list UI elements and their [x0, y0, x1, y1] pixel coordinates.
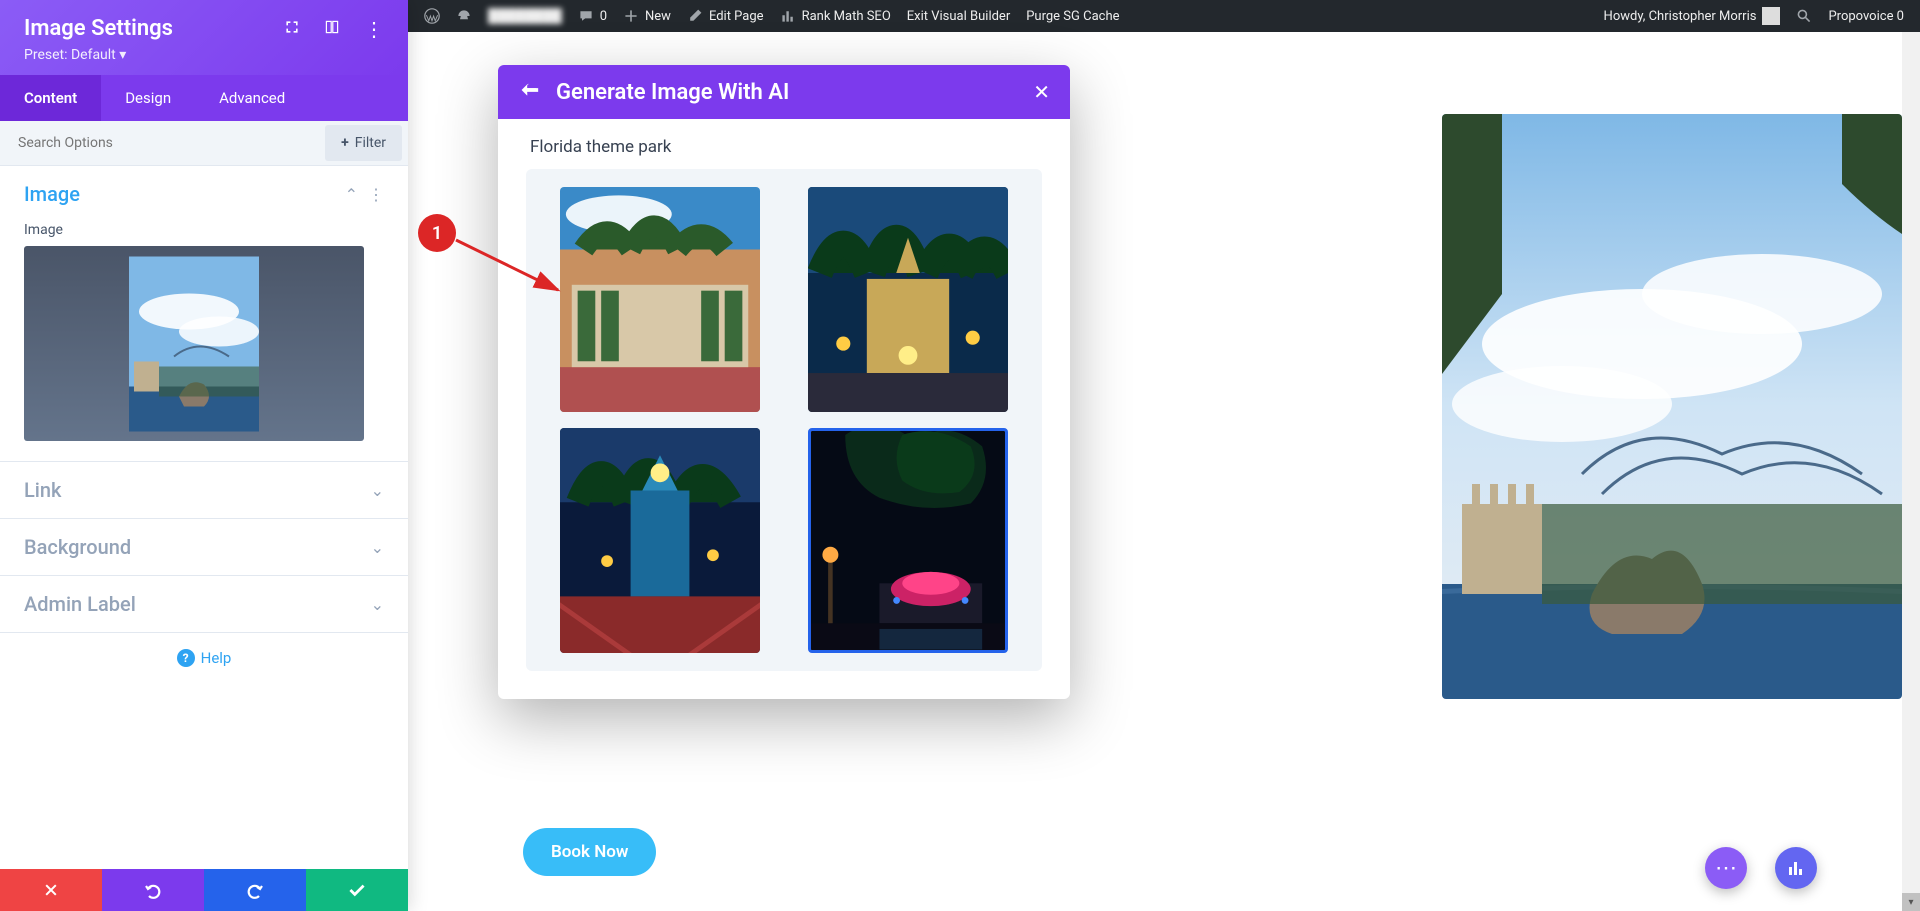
image-field-label: Image — [24, 222, 384, 238]
section-kebab-icon[interactable]: ⋮ — [368, 185, 384, 204]
scroll-down-icon[interactable]: ▾ — [1902, 893, 1920, 911]
new-content-menu[interactable]: New — [615, 0, 679, 32]
discard-button[interactable] — [0, 869, 102, 911]
kebab-icon[interactable]: ⋮ — [364, 17, 384, 41]
section-admin-label-toggle[interactable]: Admin Label ⌄ — [0, 576, 408, 632]
sidebar-footer — [0, 869, 408, 911]
filter-button[interactable]: +Filter — [325, 125, 402, 161]
chevron-down-icon: ⌄ — [371, 538, 384, 557]
modal-title: Generate Image With AI — [556, 80, 1017, 105]
sidebar-title: Image Settings — [24, 16, 173, 41]
generated-image-4[interactable] — [808, 428, 1008, 653]
preset-selector[interactable]: Preset: Default ▾ — [24, 47, 384, 63]
section-background-toggle[interactable]: Background ⌄ — [0, 519, 408, 575]
sidebar-header: Image Settings ⋮ Preset: Default ▾ — [0, 0, 408, 75]
dashboard-icon[interactable] — [448, 0, 480, 32]
help-link[interactable]: ?Help — [0, 633, 408, 683]
close-icon[interactable]: ✕ — [1033, 80, 1050, 104]
image-preview[interactable] — [24, 246, 364, 441]
sidebar-body: Image ⌃⋮ Image — [0, 166, 408, 869]
section-link-toggle[interactable]: Link ⌄ — [0, 462, 408, 518]
section-image: Image ⌃⋮ Image — [0, 166, 408, 462]
edit-page-label: Edit Page — [709, 9, 764, 24]
generated-image-3[interactable] — [560, 428, 760, 653]
user-avatar-icon — [1762, 7, 1780, 25]
tab-design[interactable]: Design — [101, 75, 195, 121]
wp-admin-bar: ████████ 0 New Edit Page Rank Math SEO E… — [408, 0, 1920, 32]
edit-page-link[interactable]: Edit Page — [679, 0, 772, 32]
hero-image[interactable] — [1442, 114, 1902, 699]
book-now-button[interactable]: Book Now — [523, 828, 656, 876]
expand-icon[interactable] — [284, 19, 300, 39]
columns-icon[interactable] — [324, 19, 340, 39]
page-scrollbar[interactable]: ▴ ▾ — [1902, 0, 1920, 911]
purge-cache[interactable]: Purge SG Cache — [1018, 0, 1127, 32]
sidebar-tabs: Content Design Advanced — [0, 75, 408, 121]
module-ai-fab[interactable] — [1775, 847, 1817, 889]
modal-header: Generate Image With AI ✕ — [498, 65, 1070, 119]
section-image-toggle[interactable]: Image ⌃⋮ — [0, 166, 408, 222]
new-label: New — [645, 9, 671, 24]
site-name[interactable]: ████████ — [480, 0, 570, 32]
chevron-down-icon: ⌄ — [371, 595, 384, 614]
comments-count: 0 — [600, 9, 607, 24]
generated-images-grid — [544, 187, 1024, 653]
my-account[interactable]: Howdy, Christopher Morris — [1596, 0, 1789, 32]
tab-advanced[interactable]: Advanced — [195, 75, 309, 121]
howdy-label: Howdy, Christopher Morris — [1604, 9, 1757, 24]
ai-image-modal: Generate Image With AI ✕ Florida theme p… — [498, 65, 1070, 699]
generated-image-2[interactable] — [808, 187, 1008, 412]
undo-button[interactable] — [102, 869, 204, 911]
save-button[interactable] — [306, 869, 408, 911]
rank-math-menu[interactable]: Rank Math SEO — [772, 0, 899, 32]
section-link: Link ⌄ — [0, 462, 408, 519]
redo-button[interactable] — [204, 869, 306, 911]
chevron-down-icon: ⌄ — [371, 481, 384, 500]
generated-image-1[interactable] — [560, 187, 760, 412]
comments-menu[interactable]: 0 — [570, 0, 615, 32]
annotation-arrow-icon — [448, 232, 578, 312]
propovoice-menu[interactable]: Propovoice 0 — [1820, 0, 1912, 32]
help-icon: ? — [177, 649, 195, 667]
search-input[interactable] — [0, 121, 325, 165]
module-options-fab[interactable]: ⋯ — [1705, 847, 1747, 889]
section-admin-label: Admin Label ⌄ — [0, 576, 408, 633]
modal-prompt-text: Florida theme park — [526, 137, 1042, 157]
exit-visual-builder[interactable]: Exit Visual Builder — [899, 0, 1018, 32]
wp-logo-icon[interactable] — [416, 0, 448, 32]
admin-search-icon[interactable] — [1788, 0, 1820, 32]
rank-math-label: Rank Math SEO — [802, 9, 891, 24]
section-background: Background ⌄ — [0, 519, 408, 576]
search-row: +Filter — [0, 121, 408, 166]
settings-sidebar: Image Settings ⋮ Preset: Default ▾ Conte… — [0, 0, 408, 911]
chevron-up-icon: ⌃ — [345, 185, 358, 204]
back-icon[interactable] — [518, 79, 540, 105]
tab-content[interactable]: Content — [0, 75, 101, 121]
